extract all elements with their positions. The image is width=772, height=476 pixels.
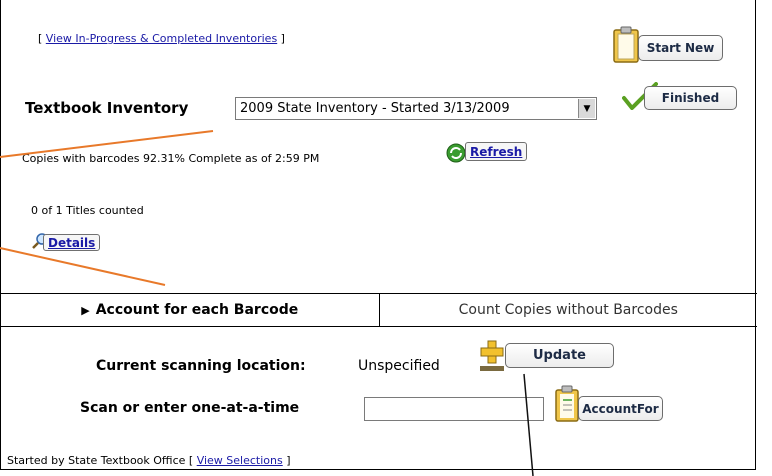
callout-line-tabs (0, 247, 166, 286)
callout-lines (0, 130, 534, 476)
callout-line-update (523, 373, 534, 476)
callout-line-inventory (0, 130, 214, 158)
